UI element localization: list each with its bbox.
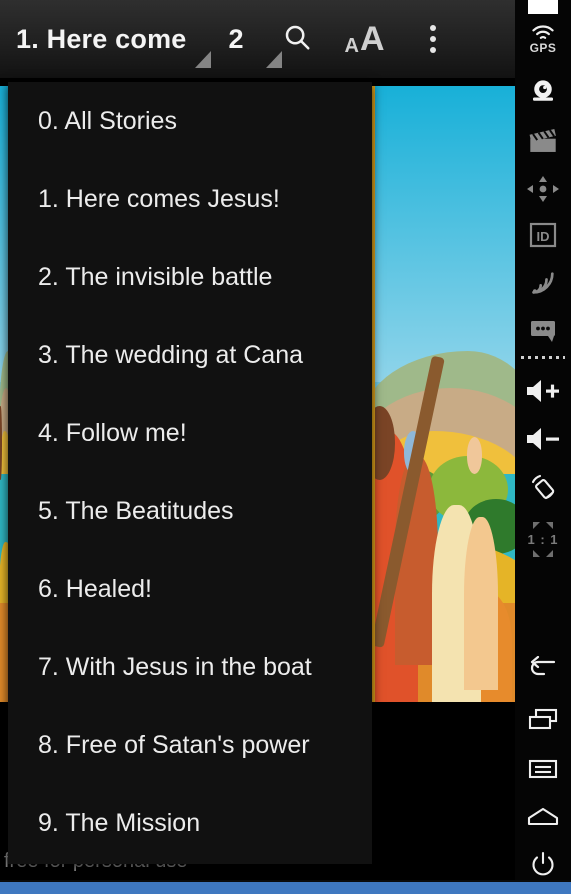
menu-item-story-4[interactable]: 4. Follow me! bbox=[8, 394, 372, 472]
sky-region bbox=[375, 86, 515, 382]
volume-up-icon bbox=[524, 378, 562, 409]
sidebar-item-recent-apps[interactable] bbox=[515, 698, 571, 744]
right-sidebar: GPS ID 1: 1 bbox=[515, 0, 571, 894]
app-viewport: free for personal use 1. Here come 2 bbox=[0, 0, 515, 894]
figure-robe bbox=[463, 517, 498, 690]
back-icon bbox=[526, 655, 560, 687]
menu-item-story-7[interactable]: 7. With Jesus in the boat bbox=[8, 628, 372, 706]
page-number-value: 2 bbox=[228, 23, 244, 54]
story-title-spinner[interactable]: 1. Here come bbox=[16, 0, 211, 78]
sidebar-item-camera[interactable] bbox=[515, 70, 571, 116]
menu-item-label: 1. Here comes Jesus! bbox=[38, 184, 280, 213]
scale-one-to-one-icon: 1 : 1 bbox=[525, 521, 561, 558]
menu-item-label: 2. The invisible battle bbox=[38, 262, 273, 291]
sidebar-item-back[interactable] bbox=[515, 648, 571, 694]
menu-item-label: 5. The Beatitudes bbox=[38, 496, 234, 525]
menu-item-label: 8. Free of Satan's power bbox=[38, 730, 310, 759]
search-icon bbox=[282, 22, 312, 57]
rss-signal-icon bbox=[529, 269, 557, 302]
gps-icon: GPS bbox=[530, 24, 557, 54]
menu-item-label: 6. Healed! bbox=[38, 574, 152, 603]
font-size-icon: A A bbox=[345, 22, 385, 56]
sidebar-separator bbox=[521, 356, 565, 359]
volume-down-icon bbox=[524, 426, 562, 457]
more-vertical-icon bbox=[429, 25, 436, 53]
sidebar-item-rotation[interactable] bbox=[515, 466, 571, 512]
sidebar-item-scale-1-1[interactable]: 1 : 1 bbox=[515, 516, 571, 562]
top-toolbar: 1. Here come 2 A A bbox=[0, 0, 515, 78]
sidebar-item-messages[interactable] bbox=[515, 310, 571, 356]
menu-item-story-8[interactable]: 8. Free of Satan's power bbox=[8, 706, 372, 784]
chevron-down-icon bbox=[265, 51, 282, 68]
sidebar-item-volume-up[interactable] bbox=[515, 370, 571, 416]
gps-label: GPS bbox=[529, 41, 557, 55]
id-badge-icon: ID bbox=[528, 220, 558, 255]
menu-item-story-3[interactable]: 3. The wedding at Cana bbox=[8, 316, 372, 394]
menu-item-label: 7. With Jesus in the boat bbox=[38, 652, 312, 681]
menu-icon bbox=[526, 757, 560, 786]
recent-apps-icon bbox=[526, 706, 560, 737]
menu-item-label: 9. The Mission bbox=[38, 808, 201, 837]
sidebar-item-gps[interactable]: GPS bbox=[515, 16, 571, 62]
sidebar-item-dpad[interactable] bbox=[515, 168, 571, 214]
menu-item-label: 4. Follow me! bbox=[38, 418, 187, 447]
menu-item-label: 0. All Stories bbox=[38, 106, 177, 135]
camera-icon bbox=[528, 76, 558, 111]
menu-item-story-9[interactable]: 9. The Mission bbox=[8, 784, 372, 862]
font-size-button[interactable]: A A bbox=[334, 0, 396, 78]
page-title: 1. Here come bbox=[16, 23, 187, 54]
bottom-accent-strip bbox=[0, 880, 571, 894]
sidebar-item-id[interactable]: ID bbox=[515, 214, 571, 260]
menu-item-label: 3. The wedding at Cana bbox=[38, 340, 304, 369]
page-number-spinner[interactable]: 2 bbox=[228, 0, 282, 78]
menu-item-story-5[interactable]: 5. The Beatitudes bbox=[8, 472, 372, 550]
menu-item-story-0[interactable]: 0. All Stories bbox=[8, 82, 372, 160]
figure-head bbox=[466, 437, 483, 475]
chevron-down-icon bbox=[194, 51, 211, 68]
scale-ratio-label: 1 : 1 bbox=[527, 531, 559, 547]
movie-clapper-icon bbox=[528, 128, 558, 159]
font-size-icon-large: A bbox=[359, 20, 385, 58]
overflow-menu-button[interactable] bbox=[402, 0, 464, 78]
dpad-icon bbox=[526, 175, 560, 208]
menu-item-story-1[interactable]: 1. Here comes Jesus! bbox=[8, 160, 372, 238]
menu-item-story-6[interactable]: 6. Healed! bbox=[8, 550, 372, 628]
home-icon bbox=[525, 806, 561, 833]
font-size-icon-small: A bbox=[344, 35, 359, 57]
sidebar-item-volume-down[interactable] bbox=[515, 418, 571, 464]
svg-text:ID: ID bbox=[537, 229, 550, 244]
menu-item-story-2[interactable]: 2. The invisible battle bbox=[8, 238, 372, 316]
sidebar-item-rss[interactable] bbox=[515, 262, 571, 308]
sidebar-item-menu[interactable] bbox=[515, 748, 571, 794]
chat-bubble-icon bbox=[528, 318, 558, 349]
figure-head bbox=[0, 406, 2, 481]
device-screen: free for personal use 1. Here come 2 bbox=[0, 0, 571, 894]
sidebar-item-video[interactable] bbox=[515, 120, 571, 166]
status-notch bbox=[528, 0, 558, 14]
rotation-lock-icon bbox=[527, 471, 559, 508]
story-dropdown-list[interactable]: 0. All Stories 1. Here comes Jesus! 2. T… bbox=[8, 82, 372, 864]
sidebar-item-home[interactable] bbox=[515, 796, 571, 842]
story-page-illustration[interactable] bbox=[372, 86, 515, 702]
